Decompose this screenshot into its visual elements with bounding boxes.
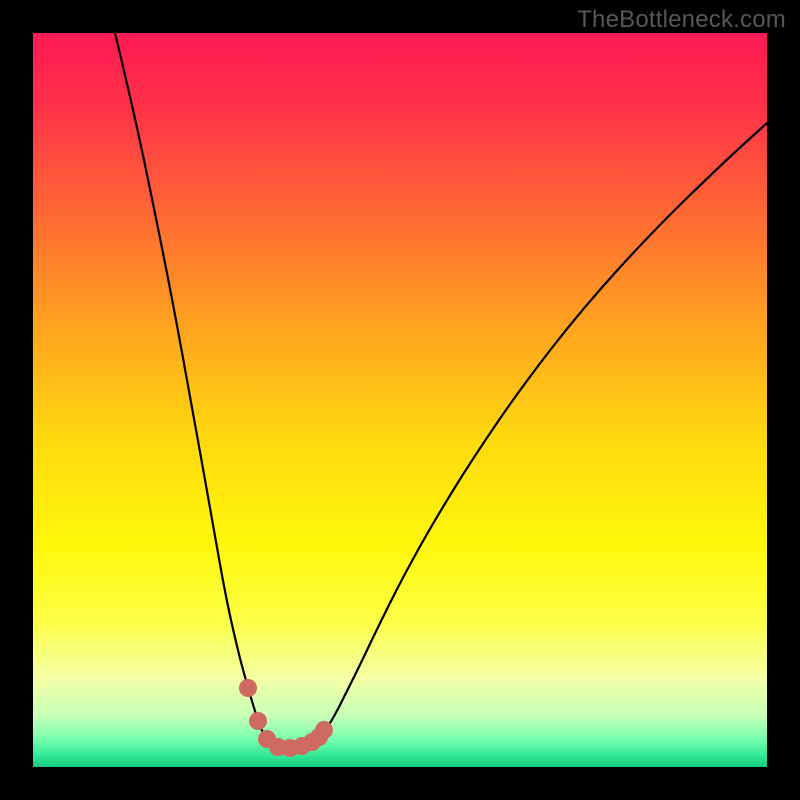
marker-dot (249, 712, 267, 730)
marker-dot (315, 721, 333, 739)
curve-layer (33, 33, 767, 767)
highlight-markers (239, 679, 333, 757)
bottleneck-curve (115, 33, 767, 748)
watermark-text: TheBottleneck.com (577, 6, 786, 34)
outer-frame: TheBottleneck.com (0, 0, 800, 800)
marker-dot (239, 679, 257, 697)
plot-area (33, 33, 767, 767)
